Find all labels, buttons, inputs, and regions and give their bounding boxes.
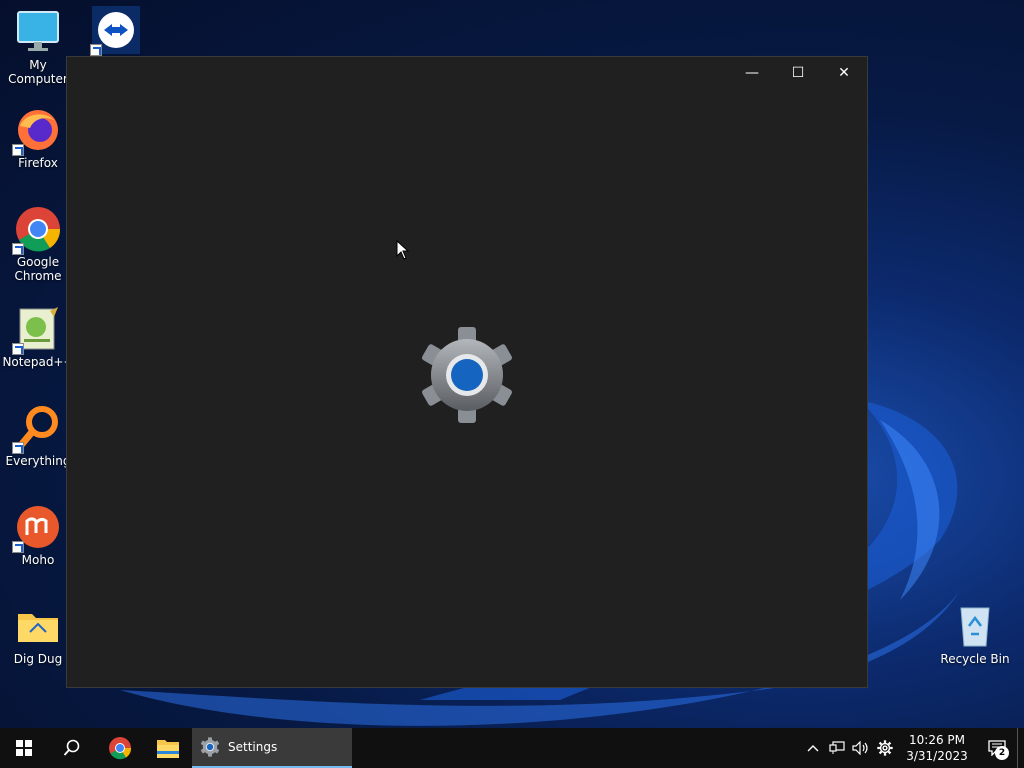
recycle-bin-icon <box>951 602 999 650</box>
settings-gear-icon <box>200 737 220 757</box>
notepad-plus-plus-icon <box>12 305 62 355</box>
settings-gear-icon <box>417 325 517 425</box>
tray-settings-button[interactable] <box>873 728 897 768</box>
volume-button[interactable] <box>849 728 873 768</box>
shortcut-arrow-icon <box>90 44 102 56</box>
minimize-button[interactable]: — <box>729 57 775 89</box>
windows-logo-icon <box>16 740 32 756</box>
close-button[interactable]: ✕ <box>821 57 867 89</box>
taskbar-file-explorer-button[interactable] <box>144 728 192 768</box>
chevron-up-icon <box>807 745 819 752</box>
network-icon <box>829 741 845 754</box>
desktop-icon-recycle-bin[interactable]: Recycle Bin <box>935 602 1015 666</box>
shortcut-arrow-icon <box>12 243 24 255</box>
search-icon <box>63 739 80 756</box>
mouse-cursor-icon <box>396 240 410 260</box>
desktop-icon-teamviewer[interactable] <box>76 6 156 56</box>
teamviewer-icon <box>90 6 140 56</box>
show-hidden-icons-button[interactable] <box>801 728 825 768</box>
taskbar-chrome-button[interactable] <box>96 728 144 768</box>
clock-time: 10:26 PM <box>909 733 965 747</box>
everything-search-icon <box>12 404 62 454</box>
monitor-icon <box>14 8 62 56</box>
show-desktop-button[interactable] <box>1017 728 1024 768</box>
gear-icon <box>877 740 893 756</box>
chrome-icon <box>109 737 132 760</box>
taskbar-settings-button[interactable]: Settings <box>192 728 352 768</box>
start-button[interactable] <box>0 728 48 768</box>
taskbar: Settings 10:26 PM 3/31/2023 2 <box>0 728 1024 768</box>
notification-count-badge: 2 <box>995 746 1009 760</box>
folder-icon <box>157 740 179 758</box>
settings-window[interactable]: — ☐ ✕ <box>66 56 868 688</box>
firefox-icon <box>12 106 62 156</box>
search-button[interactable] <box>48 728 96 768</box>
taskbar-clock[interactable]: 10:26 PM 3/31/2023 <box>897 732 977 764</box>
system-tray: 10:26 PM 3/31/2023 2 <box>801 728 1024 768</box>
maximize-button[interactable]: ☐ <box>775 57 821 89</box>
chrome-icon <box>12 205 62 255</box>
network-button[interactable] <box>825 728 849 768</box>
shortcut-arrow-icon <box>12 144 24 156</box>
shortcut-arrow-icon <box>12 541 24 553</box>
shortcut-arrow-icon <box>12 442 24 454</box>
folder-icon <box>14 602 62 650</box>
clock-date: 3/31/2023 <box>906 749 968 763</box>
shortcut-arrow-icon <box>12 343 24 355</box>
taskbar-app-label: Settings <box>228 740 278 754</box>
window-controls: — ☐ ✕ <box>729 57 867 89</box>
speaker-icon <box>852 741 868 755</box>
desktop-icon-label: Recycle Bin <box>940 652 1010 666</box>
moho-icon <box>12 503 62 553</box>
action-center-button[interactable]: 2 <box>977 728 1017 768</box>
